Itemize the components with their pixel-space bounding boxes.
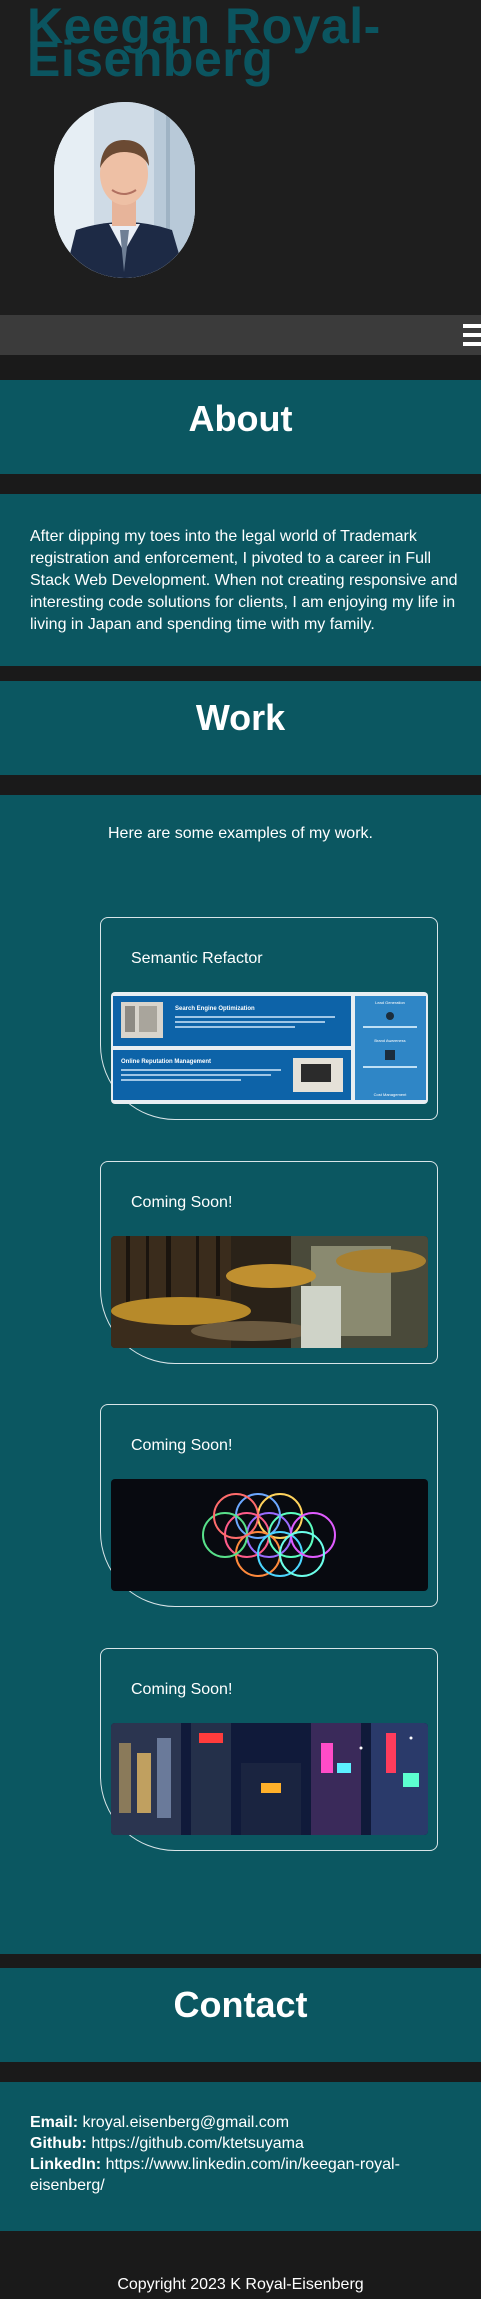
thumb-sidebar-label: Brand Awareness xyxy=(374,1038,405,1043)
thumb-sidebar-label: Lead Generation xyxy=(375,1000,405,1005)
thumb-heading: Search Engine Optimization xyxy=(175,1006,255,1012)
footer-copyright: Copyright 2023 K Royal-Eisenberg xyxy=(117,2276,364,2293)
linkedin-label: LinkedIn: xyxy=(30,2156,102,2173)
work-heading-band: Work xyxy=(0,681,481,775)
contact-heading-band: Contact xyxy=(0,1968,481,2062)
project-title: Coming Soon! xyxy=(131,1681,233,1698)
project-card[interactable]: Coming Soon! xyxy=(100,1161,438,1364)
contact-heading: Contact xyxy=(173,1984,308,2025)
site-title: Keegan Royal-Eisenberg xyxy=(27,0,381,87)
email-link[interactable]: kroyal.eisenberg@gmail.com xyxy=(82,2114,289,2131)
avatar xyxy=(54,102,195,278)
project-thumbnail[interactable] xyxy=(111,1236,428,1348)
project-title: Coming Soon! xyxy=(131,1437,233,1454)
hamburger-menu-icon[interactable] xyxy=(463,324,481,348)
github-link[interactable]: https://github.com/ktetsuyama xyxy=(91,2135,304,2152)
github-label: Github: xyxy=(30,2135,87,2152)
work-intro: Here are some examples of my work. xyxy=(108,825,373,842)
neon-city-image xyxy=(111,1723,428,1835)
project-card[interactable]: Coming Soon! xyxy=(100,1648,438,1851)
contact-info: Email: kroyal.eisenberg@gmail.com Github… xyxy=(30,2112,470,2196)
profile-photo xyxy=(54,102,195,278)
project-card[interactable]: Coming Soon! xyxy=(100,1404,438,1607)
nav-bar xyxy=(0,315,481,355)
contact-email: Email: kroyal.eisenberg@gmail.com xyxy=(30,2112,470,2133)
contact-github: Github: https://github.com/ktetsuyama xyxy=(30,2133,470,2154)
thumb-heading: Online Reputation Management xyxy=(121,1059,211,1065)
project-title: Semantic Refactor xyxy=(131,950,263,967)
about-text: After dipping my toes into the legal wor… xyxy=(30,528,458,633)
flower-of-life-image xyxy=(111,1479,428,1591)
project-title: Coming Soon! xyxy=(131,1194,233,1211)
contact-linkedin: LinkedIn: https://www.linkedin.com/in/ke… xyxy=(30,2154,470,2196)
thumb-sidebar-label: Cost Management xyxy=(374,1092,408,1097)
website-screenshot: Search Engine Optimization Online Reputa… xyxy=(111,992,428,1104)
forest-image xyxy=(111,1236,428,1348)
project-thumbnail[interactable]: Search Engine Optimization Online Reputa… xyxy=(111,992,428,1104)
project-thumbnail[interactable] xyxy=(111,1479,428,1591)
email-label: Email: xyxy=(30,2114,79,2131)
project-card[interactable]: Semantic Refactor Search Engine Optimiza… xyxy=(100,917,438,1120)
project-thumbnail[interactable] xyxy=(111,1723,428,1835)
work-heading: Work xyxy=(195,697,286,738)
site-header: Keegan Royal-Eisenberg xyxy=(0,0,481,315)
about-heading: About xyxy=(188,398,293,439)
about-heading-band: About xyxy=(0,380,481,474)
